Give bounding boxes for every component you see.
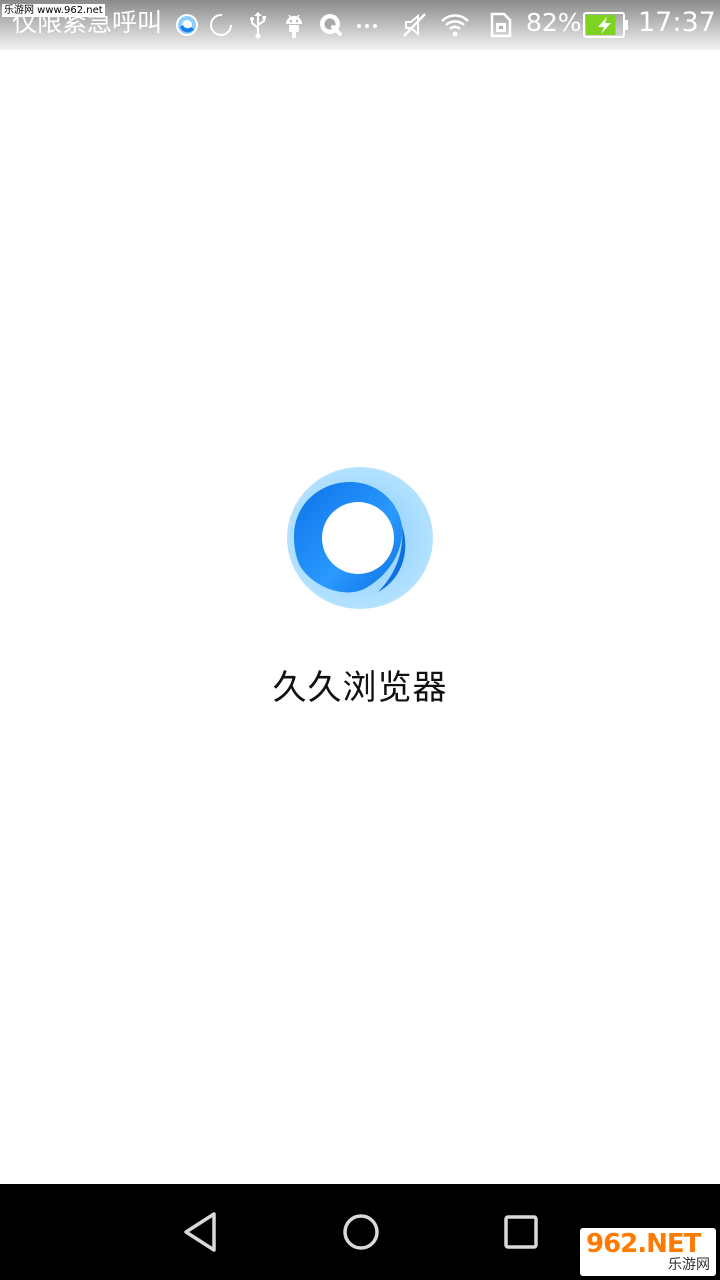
recent-apps-icon[interactable] (497, 1208, 545, 1256)
battery-percent: 82% (526, 8, 582, 37)
app-name: 久久浏览器 (272, 668, 448, 708)
wifi-icon (440, 10, 470, 40)
back-icon[interactable] (176, 1208, 224, 1256)
splash-screen: 仅限紧急呼叫 乐游网 www.962.net 82% 17:37 久久浏览器 9… (0, 0, 720, 1280)
browser-icon (172, 10, 202, 40)
app-logo (286, 466, 434, 610)
android-icon (279, 10, 309, 40)
clock: 17:37 (638, 7, 716, 38)
battery-charging-icon (583, 12, 629, 38)
watermark-top: 乐游网 www.962.net (2, 4, 105, 17)
status-bar: 仅限紧急呼叫 乐游网 www.962.net 82% 17:37 (0, 0, 720, 50)
watermark-badge: 962.NET 乐游网 (580, 1228, 716, 1276)
search-icon (316, 10, 346, 40)
home-icon[interactable] (337, 1208, 385, 1256)
sim-icon (486, 10, 516, 40)
mute-icon (400, 10, 430, 40)
usb-icon (243, 10, 273, 40)
more-icon (352, 10, 382, 40)
watermark-badge-sub: 乐游网 (668, 1257, 710, 1273)
loading-icon (206, 10, 236, 40)
